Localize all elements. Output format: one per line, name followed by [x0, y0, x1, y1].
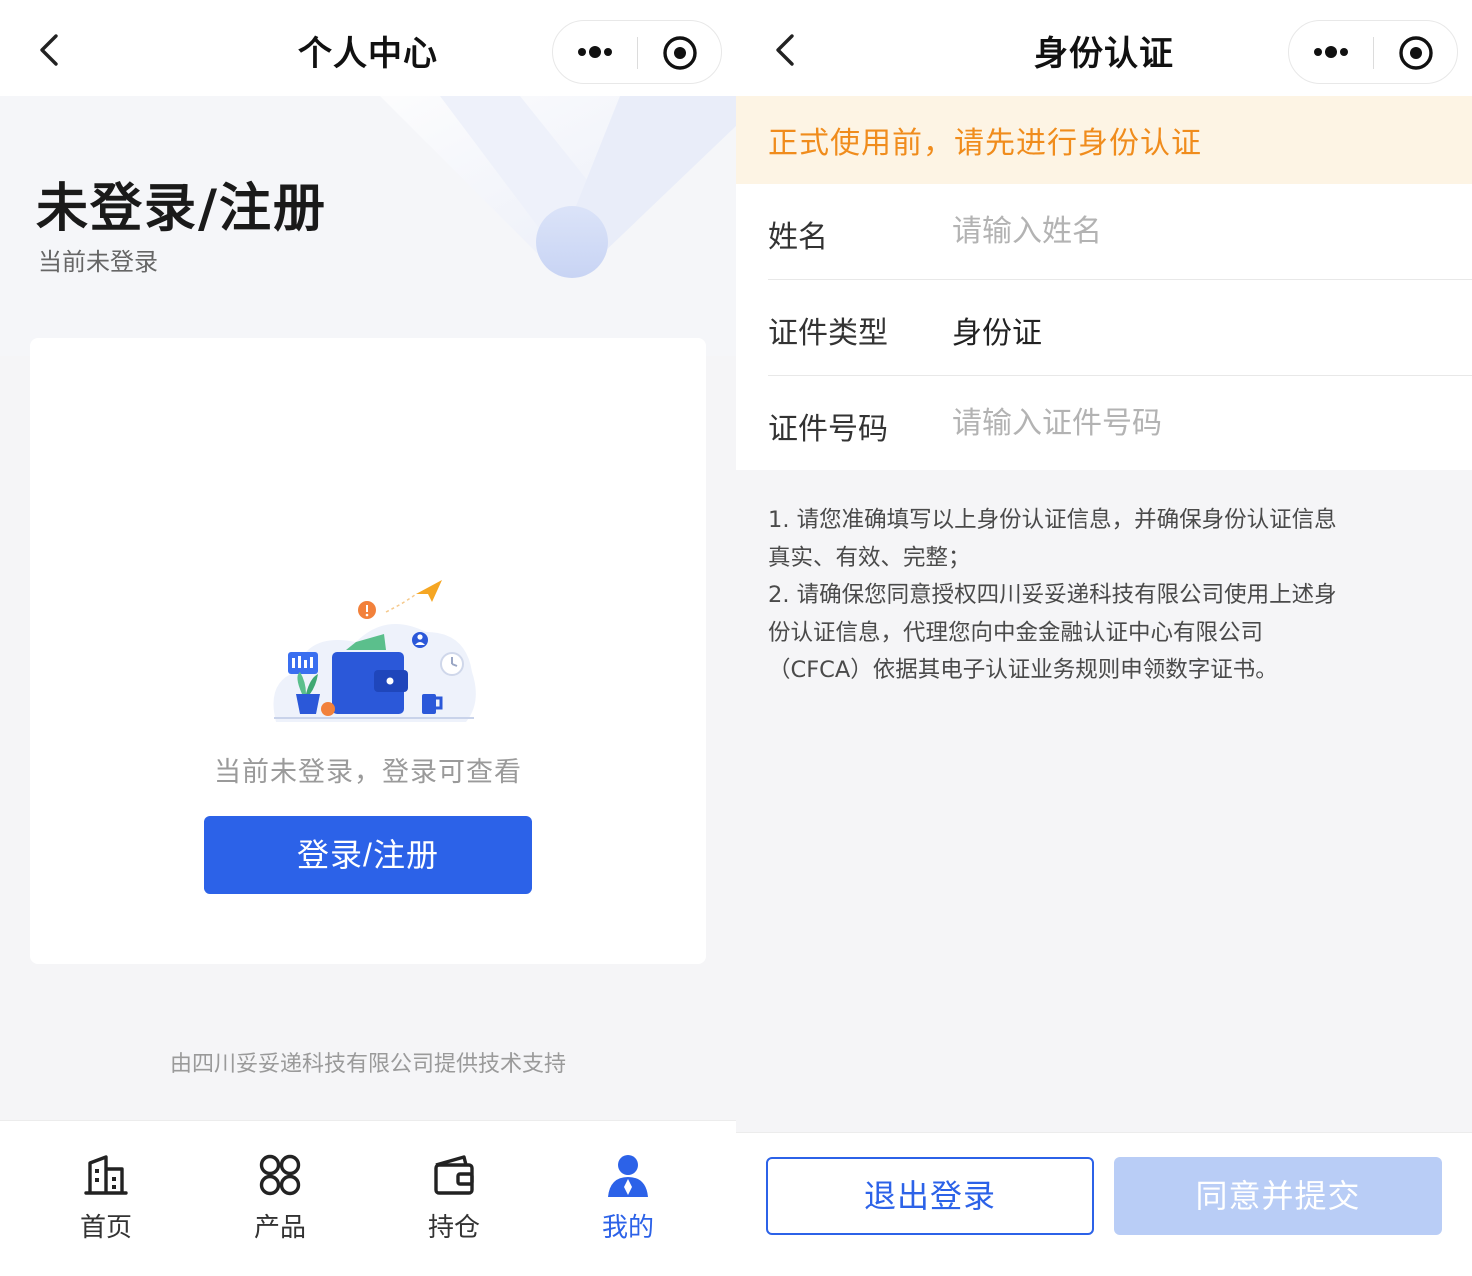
notice-text: 正式使用前，请先进行身份认证: [768, 126, 1202, 161]
nav-bar: 个人中心: [0, 0, 736, 96]
more-icon[interactable]: [575, 37, 615, 67]
id-type-value[interactable]: 身份证: [952, 308, 1042, 352]
verification-terms: 1. 请您准确填写以上身份认证信息，并确保身份认证信息 真实、有效、完整； 2.…: [768, 502, 1448, 690]
tab-mine[interactable]: 我的: [568, 1151, 688, 1251]
login-register-button[interactable]: 登录/注册: [204, 816, 532, 894]
miniprogram-capsule: [552, 20, 722, 84]
terms-line: （CFCA）依据其电子认证业务规则申领数字证书。: [768, 657, 1278, 683]
close-target-icon[interactable]: [661, 34, 699, 72]
logout-button[interactable]: 退出登录: [766, 1157, 1094, 1235]
terms-line: 真实、有效、完整；: [768, 544, 971, 571]
nav-bar: 身份认证: [736, 0, 1472, 96]
personal-center-screen: 个人中心 未登录/注册 当前未登录 当前未登录，登录可查看 登录/注册 由四川妥…: [0, 0, 736, 1276]
verification-notice-banner: 正式使用前，请先进行身份认证: [736, 96, 1472, 184]
agree-submit-button[interactable]: 同意并提交: [1114, 1157, 1442, 1235]
id-number-input[interactable]: [952, 406, 1432, 441]
capsule-divider: [637, 37, 638, 69]
more-icon[interactable]: [1311, 37, 1351, 67]
id-type-label: 证件类型: [768, 316, 888, 351]
identity-form: 姓名 证件类型 身份证 证件号码: [736, 184, 1472, 470]
tab-mine-label: 我的: [601, 1213, 654, 1243]
person-icon: [608, 1155, 648, 1197]
profile-header: 未登录/注册 当前未登录: [0, 96, 736, 356]
name-input[interactable]: [952, 214, 1432, 249]
login-status-subtitle: 当前未登录: [38, 248, 158, 276]
terms-line: 份认证信息，代理您向中金金融认证中心有限公司: [768, 619, 1264, 646]
tab-holdings[interactable]: 持仓: [394, 1151, 514, 1251]
id-number-label: 证件号码: [768, 412, 888, 447]
login-prompt-card: 当前未登录，登录可查看 登录/注册: [30, 338, 706, 964]
action-bar: 退出登录 同意并提交: [736, 1132, 1472, 1276]
id-number-row: 证件号码: [768, 376, 1472, 472]
terms-line: 2. 请确保您同意授权四川妥妥递科技有限公司使用上述身: [768, 582, 1337, 608]
building-icon: [84, 1155, 128, 1195]
close-target-icon[interactable]: [1397, 34, 1435, 72]
tab-holdings-label: 持仓: [427, 1213, 480, 1243]
capsule-divider: [1373, 37, 1374, 69]
id-type-row[interactable]: 证件类型 身份证: [768, 280, 1472, 376]
wallet-icon: [434, 1155, 474, 1195]
tab-products[interactable]: 产品: [220, 1151, 340, 1251]
miniprogram-capsule: [1288, 20, 1458, 84]
tab-home[interactable]: 首页: [46, 1151, 166, 1251]
bottom-tab-bar: 首页 产品 持仓 我的: [0, 1120, 736, 1276]
terms-line: 1. 请您准确填写以上身份认证信息，并确保身份认证信息: [768, 507, 1337, 533]
tab-home-label: 首页: [79, 1213, 132, 1243]
name-row: 姓名: [768, 184, 1472, 280]
login-hint-text: 当前未登录，登录可查看: [214, 757, 522, 788]
wallet-illustration: [273, 580, 476, 722]
tech-support-note: 由四川妥妥递科技有限公司提供技术支持: [169, 1052, 566, 1077]
tab-products-label: 产品: [253, 1213, 306, 1243]
identity-verification-screen: 身份认证 正式使用前，请先进行身份认证 姓名 证件类型 身份证 证件号码: [736, 0, 1472, 1276]
grid-icon: [259, 1154, 301, 1196]
name-label: 姓名: [768, 220, 828, 255]
login-status-title[interactable]: 未登录/注册: [36, 166, 327, 241]
